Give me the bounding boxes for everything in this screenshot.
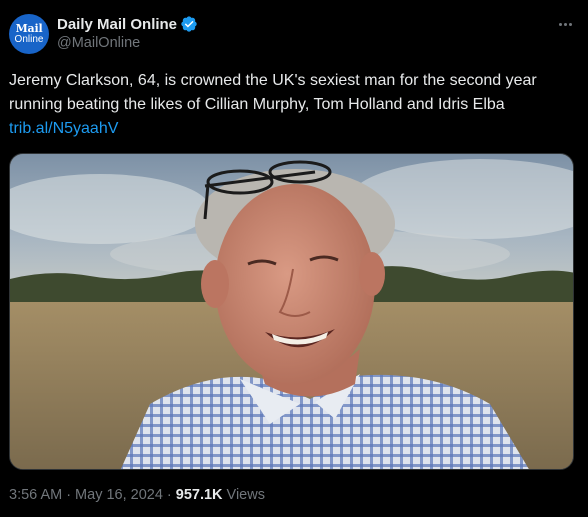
meta-separator: · [66,487,72,503]
tweet-text: Jeremy Clarkson, 64, is crowned the UK's… [9,69,579,141]
author-handle[interactable]: @MailOnline [57,35,140,51]
tweet-time[interactable]: 3:56 AM [9,487,62,503]
views-label: Views [226,487,265,503]
tweet-link[interactable]: trib.al/N5yaahV [9,120,118,137]
meta-separator: · [166,487,172,503]
photo-image [10,154,573,469]
avatar[interactable]: Mail Online [9,14,49,54]
tweet-photo[interactable] [9,153,574,470]
tweet-meta: 3:56 AM · May 16, 2024 · 957.1K Views [9,487,265,503]
avatar-logo-line2: Online [14,34,44,45]
verified-badge-icon [181,16,197,32]
tweet: Mail Online Daily Mail Online @MailOnlin… [0,0,588,517]
tweet-body: Jeremy Clarkson, 64, is crowned the UK's… [9,72,537,113]
avatar-logo-line1: Mail [15,22,43,35]
tweet-date[interactable]: May 16, 2024 [75,487,163,503]
author-name-row: Daily Mail Online [57,14,198,34]
views-count: 957.1K [175,487,223,503]
author-display-name[interactable]: Daily Mail Online [57,16,177,33]
more-options-icon[interactable] [551,12,579,36]
